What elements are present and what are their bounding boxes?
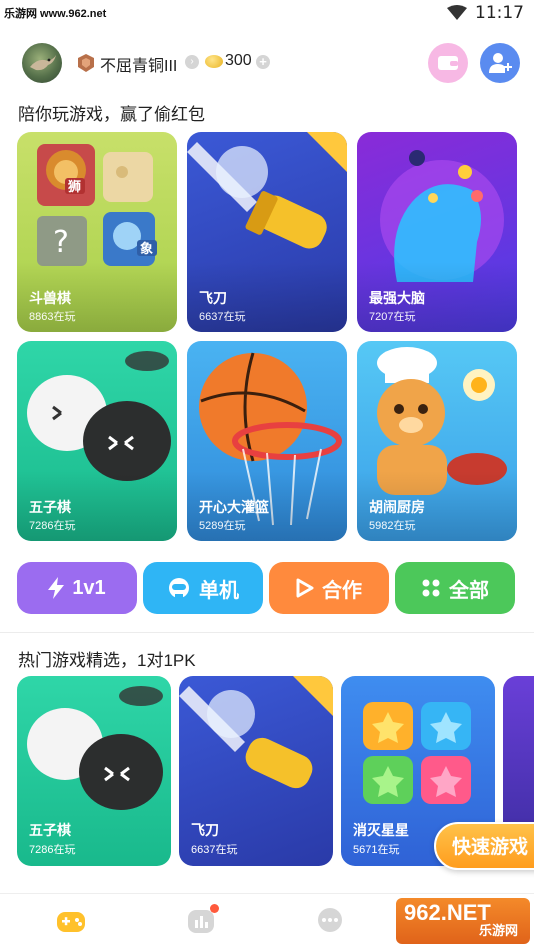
nav-ranking-tab[interactable] — [187, 904, 219, 936]
add-coins-icon[interactable]: + — [256, 55, 270, 69]
wallet-button[interactable] — [428, 43, 468, 83]
profile-header: 不屈青铜III › 300 + — [0, 40, 534, 86]
mode-label: 1v1 — [72, 576, 106, 599]
player-count: 5671在玩 — [353, 844, 400, 856]
watermark-line1: 962.NET — [404, 900, 491, 925]
elephant-label: 象 — [140, 241, 153, 257]
hot-game-card-flying-knife[interactable]: 飞刀 6637在玩 — [179, 676, 333, 866]
bronze-rank-icon — [78, 54, 94, 72]
play-icon — [296, 578, 314, 598]
game-name: 飞刀 — [191, 822, 219, 838]
lightning-icon — [48, 577, 65, 599]
mode-coop-button[interactable]: 合作 — [269, 562, 389, 614]
lion-label: 狮 — [67, 179, 81, 195]
nav-games-tab[interactable] — [56, 908, 86, 936]
chat-bubble-icon — [318, 908, 342, 932]
svg-text:?: ? — [53, 225, 69, 260]
player-count: 7286在玩 — [29, 520, 76, 532]
avatar[interactable] — [22, 43, 62, 83]
add-friend-button[interactable] — [480, 43, 520, 83]
game-card-kitchen[interactable]: 胡闹厨房 5982在玩 — [357, 341, 517, 541]
coin-icon — [205, 55, 223, 68]
mode-label: 单机 — [199, 579, 239, 602]
gamepad-icon — [57, 912, 85, 932]
nav-messages-tab[interactable] — [316, 908, 346, 936]
game-name: 斗兽棋 — [29, 290, 71, 306]
notification-dot — [210, 904, 219, 913]
mode-label: 全部 — [449, 579, 489, 602]
quick-play-button[interactable]: 快速游戏 — [434, 822, 534, 870]
grid-icon — [422, 579, 440, 597]
coin-balance: 300 — [225, 52, 252, 69]
add-user-icon — [489, 53, 512, 73]
site-watermark: 962.NET 乐游网 — [396, 898, 530, 944]
game-card-flying-knife[interactable]: 飞刀 6637在玩 — [187, 132, 347, 332]
game-name: 胡闹厨房 — [369, 499, 425, 515]
game-card-animal-chess[interactable]: ? 狮 象 斗兽棋 8863在玩 — [17, 132, 177, 332]
game-name: 最强大脑 — [369, 290, 425, 306]
game-name: 五子棋 — [29, 822, 71, 838]
game-card-gomoku[interactable]: 五子棋 7286在玩 — [17, 341, 177, 541]
watermark-line2: 乐游网 — [478, 923, 518, 938]
clock: 11:17 — [475, 3, 524, 23]
mode-1v1-button[interactable]: 1v1 — [17, 562, 137, 614]
robot-icon — [169, 578, 189, 598]
chevron-right-icon[interactable]: › — [185, 55, 199, 69]
section-title-hot-games: 热门游戏精选，1对1PK — [18, 651, 196, 670]
player-count: 5289在玩 — [199, 520, 246, 532]
mode-all-button[interactable]: 全部 — [395, 562, 515, 614]
username[interactable]: 不屈青铜III — [100, 52, 177, 76]
player-count: 8863在玩 — [29, 311, 76, 323]
mode-label: 合作 — [322, 579, 362, 602]
bird-avatar-icon — [30, 55, 56, 71]
hot-game-card-gomoku[interactable]: 五子棋 7286在玩 — [17, 676, 171, 866]
watermark-text: 乐游网 www.962.net — [4, 8, 107, 20]
player-count: 7286在玩 — [29, 844, 76, 856]
game-name: 五子棋 — [29, 499, 71, 515]
section-title-play-with-you: 陪你玩游戏，赢了偷红包 — [18, 105, 205, 124]
game-name: 飞刀 — [199, 290, 227, 306]
status-indicators: 11:17 — [447, 3, 524, 23]
wifi-icon — [447, 5, 467, 20]
game-card-slam-dunk[interactable]: 开心大灌篮 5289在玩 — [187, 341, 347, 541]
section-divider — [0, 632, 534, 633]
game-name: 开心大灌篮 — [199, 499, 269, 515]
mode-single-button[interactable]: 单机 — [143, 562, 263, 614]
player-count: 6637在玩 — [191, 844, 238, 856]
game-card-brain[interactable]: 最强大脑 7207在玩 — [357, 132, 517, 332]
wallet-icon — [438, 56, 458, 70]
status-bar: 乐游网 www.962.net 11:17 — [0, 0, 534, 26]
player-count: 7207在玩 — [369, 311, 416, 323]
player-count: 6637在玩 — [199, 311, 246, 323]
game-name: 消灭星星 — [353, 822, 409, 838]
player-count: 5982在玩 — [369, 520, 416, 532]
